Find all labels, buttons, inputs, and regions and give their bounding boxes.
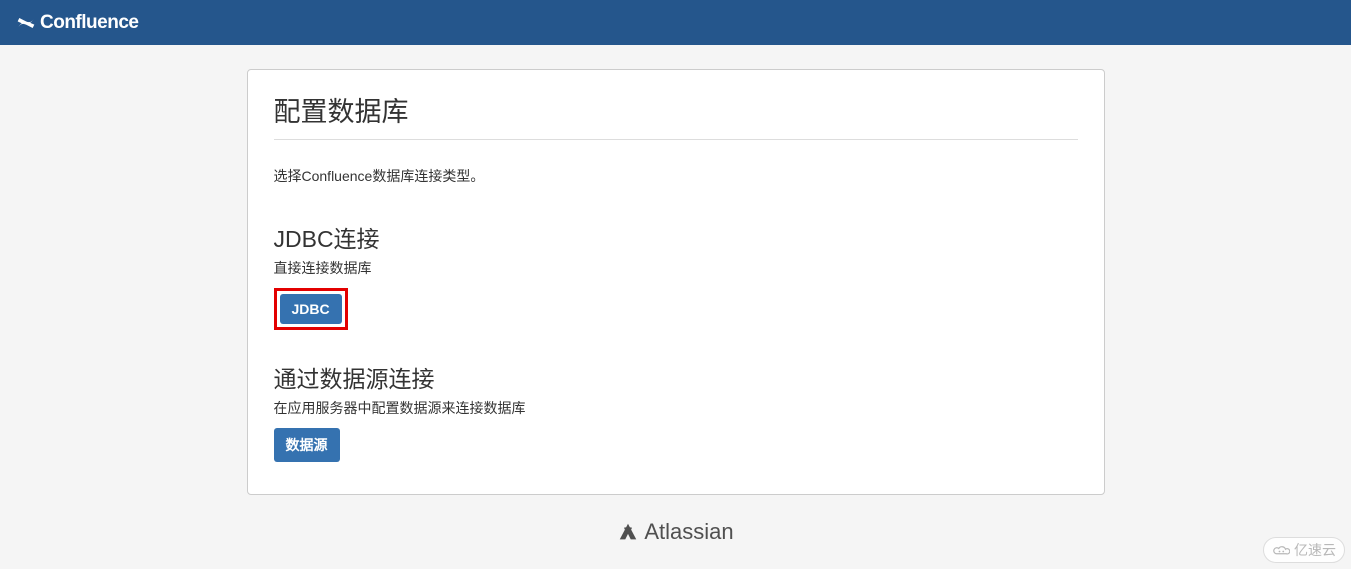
page-title: 配置数据库 (274, 90, 1078, 140)
jdbc-highlight: JDBC (274, 288, 348, 330)
datasource-desc: 在应用服务器中配置数据源来连接数据库 (274, 398, 1078, 418)
datasource-button[interactable]: 数据源 (274, 428, 340, 462)
setup-panel: 配置数据库 选择Confluence数据库连接类型。 JDBC连接 直接连接数据… (247, 69, 1105, 495)
confluence-logo[interactable]: Confluence (16, 12, 138, 34)
app-header: Confluence (0, 0, 1351, 45)
datasource-section: 通过数据源连接 在应用服务器中配置数据源来连接数据库 数据源 (274, 360, 1078, 462)
atlassian-logo[interactable]: Atlassian (617, 519, 733, 545)
intro-text: 选择Confluence数据库连接类型。 (274, 166, 1078, 186)
jdbc-section: JDBC连接 直接连接数据库 JDBC (274, 220, 1078, 354)
product-name: Confluence (40, 12, 138, 34)
footer-company: Atlassian (644, 519, 733, 545)
atlassian-icon (617, 521, 639, 543)
jdbc-button[interactable]: JDBC (280, 294, 342, 324)
watermark-text: 亿速云 (1294, 540, 1336, 560)
confluence-icon (16, 13, 36, 33)
footer: Atlassian (0, 519, 1351, 548)
cloud-icon (1272, 543, 1290, 557)
datasource-title: 通过数据源连接 (274, 360, 1078, 394)
jdbc-title: JDBC连接 (274, 220, 1078, 254)
jdbc-desc: 直接连接数据库 (274, 258, 1078, 278)
watermark: 亿速云 (1263, 537, 1345, 563)
